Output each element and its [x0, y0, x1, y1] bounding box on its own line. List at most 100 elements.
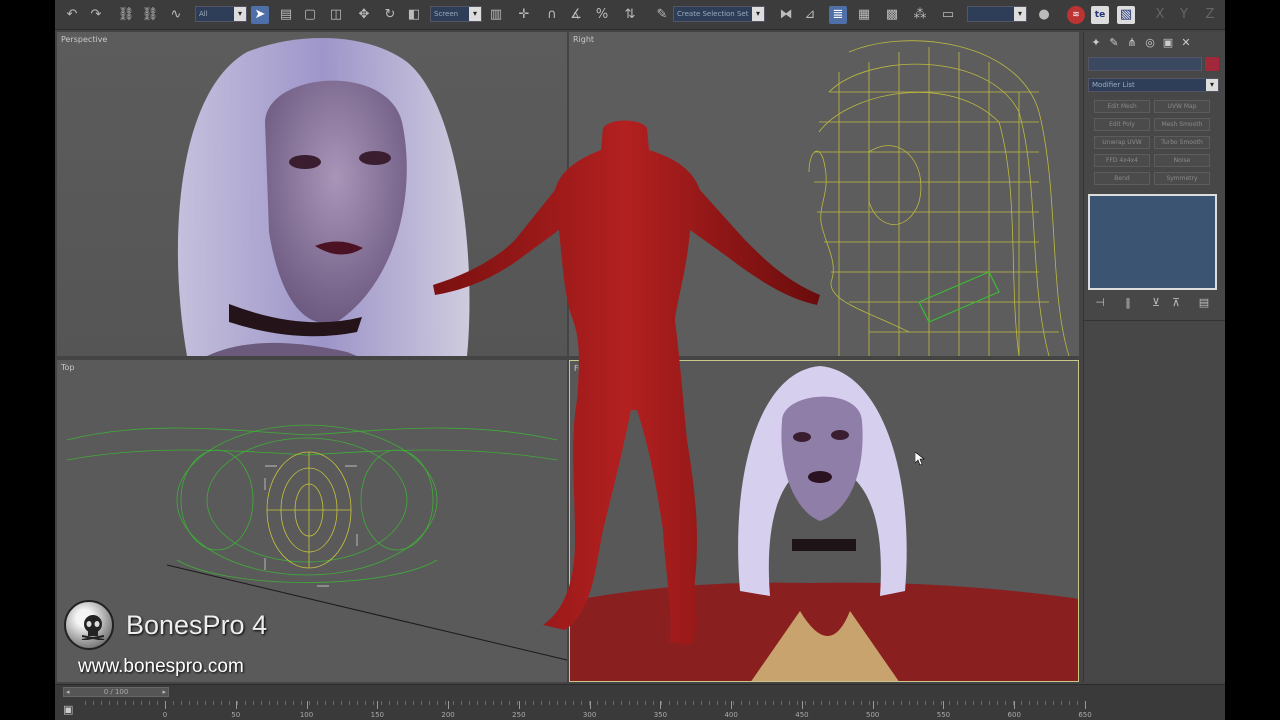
ruler-tick-label: 350 — [653, 711, 668, 719]
modifier-list-dropdown[interactable]: Modifier List ▾ — [1088, 78, 1219, 92]
ruler-minor-tick — [173, 701, 174, 705]
viewport-front[interactable]: Front — [569, 360, 1079, 682]
time-slider[interactable]: ◂ 0 / 100 ▸ — [63, 687, 169, 697]
modify-tab-icon[interactable]: ✎ — [1106, 36, 1122, 50]
unlink-icon[interactable]: ⛓ — [141, 6, 159, 24]
pin-stack-icon[interactable]: ⊣ — [1092, 296, 1108, 310]
mirror-icon[interactable]: ⧓ — [777, 6, 795, 24]
ruler-minor-tick — [221, 701, 222, 705]
layer-manager-icon[interactable]: ≣ — [829, 6, 847, 24]
ruler-minor-tick — [789, 701, 790, 705]
chevron-left-icon[interactable]: ◂ — [66, 688, 70, 696]
ruler-minor-tick — [509, 701, 510, 705]
ruler-minor-tick — [837, 701, 838, 705]
ruler-minor-tick — [981, 701, 982, 705]
modifier-button[interactable]: Noise — [1154, 154, 1210, 167]
align-icon[interactable]: ⊿ — [801, 6, 819, 24]
rotate-icon[interactable]: ↻ — [381, 6, 399, 24]
chevron-right-icon[interactable]: ▸ — [162, 688, 166, 696]
ruler-minor-tick — [357, 701, 358, 705]
bind-space-warp-icon[interactable]: ∿ — [167, 6, 185, 24]
curve-editor-icon[interactable]: ▦ — [855, 6, 873, 24]
ruler-minor-tick — [341, 701, 342, 705]
motion-tab-icon[interactable]: ◎ — [1142, 36, 1158, 50]
show-end-result-icon[interactable]: ‖ — [1120, 296, 1136, 310]
quick-render-icon[interactable]: ● — [1035, 6, 1053, 24]
make-unique-icon[interactable]: ⊻ — [1148, 296, 1164, 310]
ruler-minor-tick — [189, 701, 190, 705]
render-production-icon[interactable]: ≋ — [1067, 6, 1085, 24]
ruler-minor-tick — [757, 701, 758, 705]
select-by-name-icon[interactable]: ▤ — [277, 6, 295, 24]
viewport-label[interactable]: Perspective — [61, 35, 107, 44]
ruler-minor-tick — [621, 701, 622, 705]
edit-named-selection-icon[interactable]: ✎ — [653, 6, 671, 24]
ruler-minor-tick — [301, 701, 302, 705]
display-tab-icon[interactable]: ▣ — [1160, 36, 1176, 50]
viewport-perspective[interactable]: Perspective — [57, 32, 567, 356]
ruler-minor-tick — [717, 701, 718, 705]
y-axis-icon[interactable]: Y — [1175, 6, 1193, 24]
modifier-button[interactable]: Symmetry — [1154, 172, 1210, 185]
snap-icon[interactable]: ∩ — [543, 6, 561, 24]
configure-sets-icon[interactable]: ▤ — [1196, 296, 1212, 310]
reference-coordinate-dropdown[interactable]: Screen ▾ — [430, 6, 482, 22]
modifier-button[interactable]: Edit Poly — [1094, 118, 1150, 131]
undo-icon[interactable]: ↶ — [63, 6, 81, 24]
x-axis-icon[interactable]: X — [1151, 6, 1169, 24]
z-axis-icon[interactable]: Z — [1201, 6, 1219, 24]
select-manipulate-icon[interactable]: ✛ — [515, 6, 533, 24]
modifier-button[interactable]: FFD 4x4x4 — [1094, 154, 1150, 167]
utilities-tab-icon[interactable]: ✕ — [1178, 36, 1194, 50]
ruler-minor-tick — [853, 701, 854, 705]
redo-icon[interactable]: ↷ — [87, 6, 105, 24]
viewport-label[interactable]: Right — [573, 35, 594, 44]
render-preset-dropdown[interactable]: ▾ — [967, 6, 1027, 22]
ruler-minor-tick — [1053, 701, 1054, 705]
ruler-minor-tick — [885, 701, 886, 705]
hierarchy-tab-icon[interactable]: ⋔ — [1124, 36, 1140, 50]
ruler-minor-tick — [181, 701, 182, 705]
modifier-button[interactable]: Turbo Smooth — [1154, 136, 1210, 149]
modifier-stack-list[interactable] — [1088, 194, 1217, 290]
spinner-snap-icon[interactable]: ⇅ — [621, 6, 639, 24]
object-name-field[interactable] — [1088, 57, 1202, 71]
viewport-label[interactable]: Top — [61, 363, 75, 372]
viewport-label[interactable]: Front — [574, 364, 594, 373]
move-icon[interactable]: ✥ — [355, 6, 373, 24]
modifier-button[interactable]: Unwrap UVW — [1094, 136, 1150, 149]
schematic-view-icon[interactable]: ▩ — [883, 6, 901, 24]
pivot-center-icon[interactable]: ▥ — [487, 6, 505, 24]
window-crossing-icon[interactable]: ◫ — [327, 6, 345, 24]
logo-url: www.bonespro.com — [78, 656, 244, 677]
ruler-minor-tick — [293, 701, 294, 705]
create-tab-icon[interactable]: ✦ — [1088, 36, 1104, 50]
percent-snap-icon[interactable]: % — [593, 6, 611, 24]
render-setup-icon[interactable]: ▭ — [939, 6, 957, 24]
modifier-button[interactable]: Bend — [1094, 172, 1150, 185]
link-icon[interactable]: ⛓ — [117, 6, 135, 24]
ruler-minor-tick — [1061, 701, 1062, 705]
angle-snap-icon[interactable]: ∡ — [567, 6, 585, 24]
te-icon[interactable]: te — [1091, 6, 1109, 24]
track-bar-ruler[interactable]: 0 50 100 150 200 250 300 350 400 450 500 550 600 650 — [85, 701, 1092, 720]
modifier-button[interactable]: Mesh Smooth — [1154, 118, 1210, 131]
ruler-minor-tick — [957, 701, 958, 705]
ruler-minor-tick — [125, 701, 126, 705]
scale-icon[interactable]: ◧ — [405, 6, 423, 24]
modifier-button[interactable]: UVW Map — [1154, 100, 1210, 113]
script-icon[interactable]: ▧ — [1117, 6, 1135, 24]
ruler-minor-tick — [677, 701, 678, 705]
viewport-right[interactable]: Right — [569, 32, 1079, 356]
ruler-minor-tick — [85, 701, 86, 705]
modifier-button[interactable]: Edit Mesh — [1094, 100, 1150, 113]
select-object-icon[interactable]: ➤ — [251, 6, 269, 24]
select-region-icon[interactable]: ▢ — [301, 6, 319, 24]
remove-modifier-icon[interactable]: ⊼ — [1168, 296, 1184, 310]
selection-filter-dropdown[interactable]: All ▾ — [195, 6, 247, 22]
object-color-swatch[interactable] — [1205, 57, 1219, 71]
key-filter-icon[interactable]: ▣ — [63, 703, 77, 717]
named-selection-dropdown[interactable]: Create Selection Set ▾ — [673, 6, 765, 22]
material-editor-icon[interactable]: ⁂ — [911, 6, 929, 24]
ruler-minor-tick — [309, 701, 310, 705]
